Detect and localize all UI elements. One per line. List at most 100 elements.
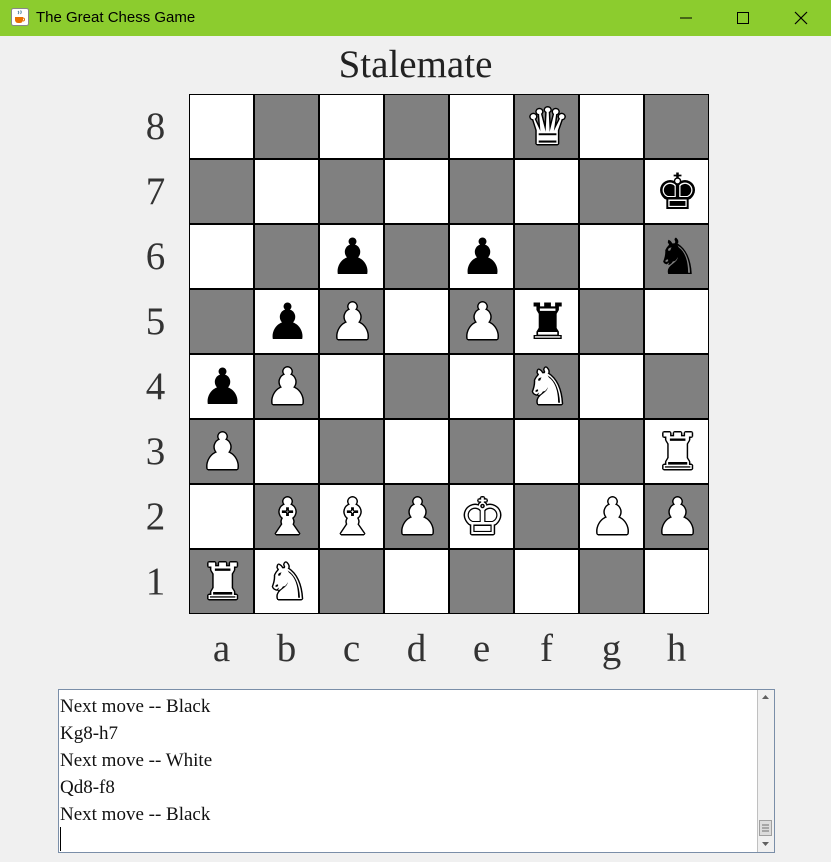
square-a5[interactable] [189, 289, 254, 354]
black-king-icon[interactable]: ♚ [645, 160, 710, 225]
title-bar[interactable]: The Great Chess Game [0, 0, 831, 36]
square-c8[interactable] [319, 94, 384, 159]
black-pawn-icon[interactable]: ♟ [255, 290, 320, 355]
white-pawn-icon[interactable]: ♟ [255, 355, 320, 420]
square-f4[interactable]: ♞ [514, 354, 579, 419]
white-pawn-icon[interactable]: ♟ [190, 420, 255, 485]
square-d1[interactable] [384, 549, 449, 614]
square-e2[interactable]: ♚ [449, 484, 514, 549]
scroll-thumb[interactable] [759, 820, 772, 836]
square-b1[interactable]: ♞ [254, 549, 319, 614]
square-h5[interactable] [644, 289, 709, 354]
square-g8[interactable] [579, 94, 644, 159]
square-c3[interactable] [319, 419, 384, 484]
minimize-button[interactable] [657, 0, 715, 36]
square-e6[interactable]: ♟ [449, 224, 514, 289]
square-a4[interactable]: ♟ [189, 354, 254, 419]
square-g7[interactable] [579, 159, 644, 224]
square-d2[interactable]: ♟ [384, 484, 449, 549]
vertical-scrollbar[interactable] [757, 690, 774, 852]
maximize-button[interactable] [714, 0, 772, 36]
white-pawn-icon[interactable]: ♟ [320, 290, 385, 355]
square-b7[interactable] [254, 159, 319, 224]
white-queen-icon[interactable]: ♛ [515, 95, 580, 160]
scroll-up-button[interactable] [758, 690, 773, 705]
square-d3[interactable] [384, 419, 449, 484]
square-b6[interactable] [254, 224, 319, 289]
square-h1[interactable] [644, 549, 709, 614]
square-g6[interactable] [579, 224, 644, 289]
white-rook-icon[interactable]: ♜ [190, 550, 255, 615]
square-a1[interactable]: ♜ [189, 549, 254, 614]
square-b5[interactable]: ♟ [254, 289, 319, 354]
square-f8[interactable]: ♛ [514, 94, 579, 159]
square-f3[interactable] [514, 419, 579, 484]
black-knight-icon[interactable]: ♞ [645, 225, 710, 290]
square-b2[interactable]: ♝ [254, 484, 319, 549]
square-a6[interactable] [189, 224, 254, 289]
square-h6[interactable]: ♞ [644, 224, 709, 289]
square-b3[interactable] [254, 419, 319, 484]
square-c1[interactable] [319, 549, 384, 614]
white-knight-icon[interactable]: ♞ [515, 355, 580, 420]
square-d5[interactable] [384, 289, 449, 354]
square-c6[interactable]: ♟ [319, 224, 384, 289]
black-pawn-icon[interactable]: ♟ [320, 225, 385, 290]
close-icon [794, 11, 808, 25]
square-c2[interactable]: ♝ [319, 484, 384, 549]
square-e1[interactable] [449, 549, 514, 614]
square-e5[interactable]: ♟ [449, 289, 514, 354]
square-f7[interactable] [514, 159, 579, 224]
move-log[interactable]: Next move -- Black Kg8-h7 Next move -- Whi… [58, 689, 775, 853]
white-pawn-icon[interactable]: ♟ [580, 485, 645, 550]
square-g5[interactable] [579, 289, 644, 354]
white-bishop-icon[interactable]: ♝ [320, 485, 385, 550]
square-d8[interactable] [384, 94, 449, 159]
black-pawn-icon[interactable]: ♟ [450, 225, 515, 290]
square-f1[interactable] [514, 549, 579, 614]
square-e4[interactable] [449, 354, 514, 419]
square-h4[interactable] [644, 354, 709, 419]
square-g3[interactable] [579, 419, 644, 484]
square-e7[interactable] [449, 159, 514, 224]
log-line: Qd8-f8 [60, 777, 115, 798]
white-pawn-icon[interactable]: ♟ [645, 485, 710, 550]
square-e8[interactable] [449, 94, 514, 159]
square-e3[interactable] [449, 419, 514, 484]
square-d6[interactable] [384, 224, 449, 289]
square-c7[interactable] [319, 159, 384, 224]
square-g4[interactable] [579, 354, 644, 419]
square-h3[interactable]: ♜ [644, 419, 709, 484]
square-c5[interactable]: ♟ [319, 289, 384, 354]
close-button[interactable] [772, 0, 830, 36]
black-rook-icon[interactable]: ♜ [515, 290, 580, 355]
square-a7[interactable] [189, 159, 254, 224]
square-h8[interactable] [644, 94, 709, 159]
square-b4[interactable]: ♟ [254, 354, 319, 419]
square-f6[interactable] [514, 224, 579, 289]
square-d7[interactable] [384, 159, 449, 224]
square-h7[interactable]: ♚ [644, 159, 709, 224]
white-rook-icon[interactable]: ♜ [645, 420, 710, 485]
square-a2[interactable] [189, 484, 254, 549]
log-line: Next move -- Black [60, 804, 211, 825]
square-c4[interactable] [319, 354, 384, 419]
square-b8[interactable] [254, 94, 319, 159]
square-g1[interactable] [579, 549, 644, 614]
square-f5[interactable]: ♜ [514, 289, 579, 354]
white-pawn-icon[interactable]: ♟ [385, 485, 450, 550]
file-label: f [540, 627, 553, 670]
chess-board[interactable]: ♛ ♚ ♟ ♟ ♞ ♟ ♟ ♟ ♜ ♟ ♟ ♞ ♟ ♜ ♝ ♝ ♟ ♚ ♟ ♟ ♜ ♞ [189, 94, 709, 614]
scroll-down-button[interactable] [758, 836, 773, 851]
square-f2[interactable] [514, 484, 579, 549]
square-g2[interactable]: ♟ [579, 484, 644, 549]
white-knight-icon[interactable]: ♞ [255, 550, 320, 615]
square-a3[interactable]: ♟ [189, 419, 254, 484]
black-pawn-icon[interactable]: ♟ [190, 355, 255, 420]
white-king-icon[interactable]: ♚ [450, 485, 515, 550]
square-h2[interactable]: ♟ [644, 484, 709, 549]
square-d4[interactable] [384, 354, 449, 419]
white-pawn-icon[interactable]: ♟ [450, 290, 515, 355]
square-a8[interactable] [189, 94, 254, 159]
white-bishop-icon[interactable]: ♝ [255, 485, 320, 550]
